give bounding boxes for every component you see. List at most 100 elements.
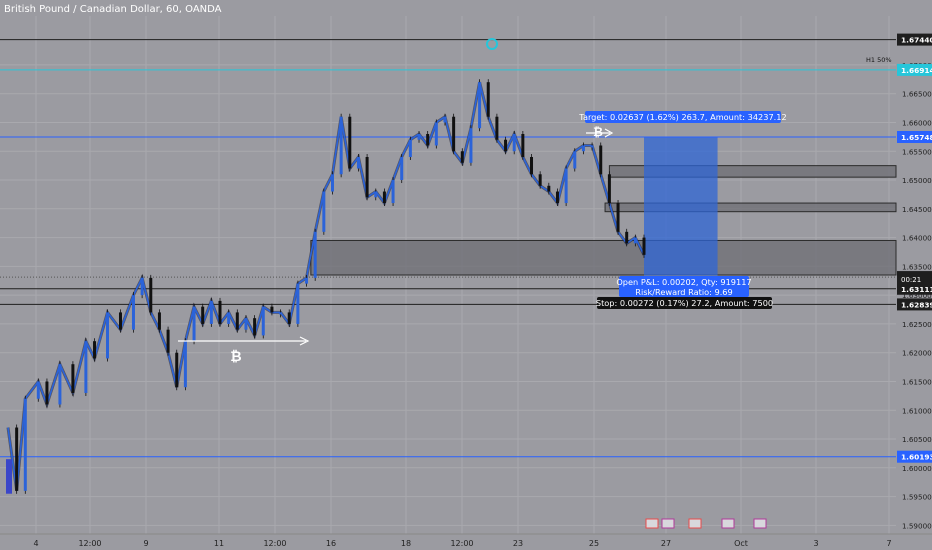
candle [84,341,88,393]
candle [504,139,508,152]
price-axis-tick: 1.60500 [902,435,932,444]
price-axis-tick: 1.61000 [902,406,932,415]
pnl-label: Open P&L: 0.00202, Qty: 919117 [616,277,751,287]
candle [175,352,179,388]
candle [434,122,438,146]
price-axis-tick: 1.61500 [902,377,932,386]
time-axis-tick: 4 [33,539,38,548]
candle [270,306,274,313]
time-axis-tick: 9 [143,539,148,548]
candle [244,318,248,330]
pnl-label: Risk/Reward Ratio: 9.69 [635,287,732,297]
price-axis-tick: 1.66000 [902,118,932,127]
event-flag-icon[interactable] [753,518,767,529]
price-axis-tick: 1.65000 [902,176,932,185]
position-target-box[interactable] [644,136,718,276]
price-tag: 1.63111 [901,285,932,294]
candle [313,231,317,278]
bitcoin-icon: ₿ [230,349,241,365]
candle [93,341,97,359]
time-axis-tick: 12:00 [263,539,286,548]
candle [478,82,482,129]
candle [183,341,187,388]
candle [149,277,153,313]
candle [607,174,611,204]
price-axis-tick: 1.62500 [902,320,932,329]
candle [616,203,620,232]
candle [365,157,369,198]
chart-title: British Pound / Canadian Dollar, 60, OAN… [4,4,222,15]
stop-label: Stop: 0.00272 (0.17%) 27.2, Amount: 7500 [596,298,773,308]
time-axis-tick: 12:00 [450,539,473,548]
time-axis-tick: 12:00 [78,539,101,548]
candle [443,116,447,123]
event-flag-icon[interactable] [661,518,675,529]
candle [590,145,594,148]
candle [486,82,490,117]
candle [330,174,334,192]
candle [279,312,283,315]
price-axis-tick: 1.66500 [902,90,932,99]
candle [391,180,395,204]
candle [140,277,144,296]
candle [261,306,265,336]
candle [287,312,291,324]
candlestick-chart[interactable]: ₿ ₿ Target: 0.02637 (1.62%) 263.7, Amount:… [0,0,932,550]
candle [460,151,464,163]
candle [339,116,343,175]
price-tag: 1.65748 [901,133,932,142]
event-flag-icon[interactable] [645,518,659,529]
candle [23,398,27,491]
event-flag-icon[interactable] [688,518,702,529]
candle [382,191,386,204]
price-axis-tick: 1.63500 [902,262,932,271]
candle [642,237,646,255]
price-tag: 1.62839 [901,300,932,309]
time-axis-tick: 7 [886,539,891,548]
candle [201,306,205,324]
candle [166,329,170,353]
candle [512,133,516,152]
candle [348,116,352,169]
candle [253,318,257,336]
price-axis-tick: 1.65500 [902,147,932,156]
candle [573,151,577,169]
time-axis-tick: 25 [589,539,599,548]
candle [408,139,412,158]
event-flag-icon[interactable] [721,518,735,529]
price-axis-tick: 1.64500 [902,205,932,214]
candle [374,191,378,198]
candle [633,237,637,244]
target-label: Target: 0.02637 (1.62%) 263.7, Amount: 3… [578,112,786,122]
time-axis-tick: 27 [661,539,671,548]
candle [296,283,300,324]
h1-label: H1 50% [866,56,892,64]
candle [495,116,499,140]
candle [599,145,603,175]
candle [6,459,12,494]
candle [227,312,231,324]
time-axis-tick: 18 [401,539,411,548]
candle [538,174,542,186]
time-axis-tick: 23 [513,539,523,548]
price-tag: 1.60193 [901,453,932,462]
time-axis-tick: Oct [734,539,748,548]
price-axis-tick: 1.59500 [902,493,932,502]
price-axis-tick: 1.59000 [902,521,932,530]
candle [15,427,19,491]
candle [625,231,629,244]
candle [305,277,309,284]
candle [45,381,49,405]
candle [71,364,75,393]
candle [36,381,40,399]
supply-zone[interactable] [310,239,897,276]
candle [218,300,222,324]
time-axis-tick: 11 [214,539,224,548]
candle [547,185,551,192]
candle [581,145,585,152]
bitcoin-icon: ₿ [593,125,603,139]
candle [417,133,421,140]
price-tag: 1.66914 [901,66,932,75]
price-tag: 1.67440 [901,36,932,45]
price-axis-tick: 1.60000 [902,464,932,473]
